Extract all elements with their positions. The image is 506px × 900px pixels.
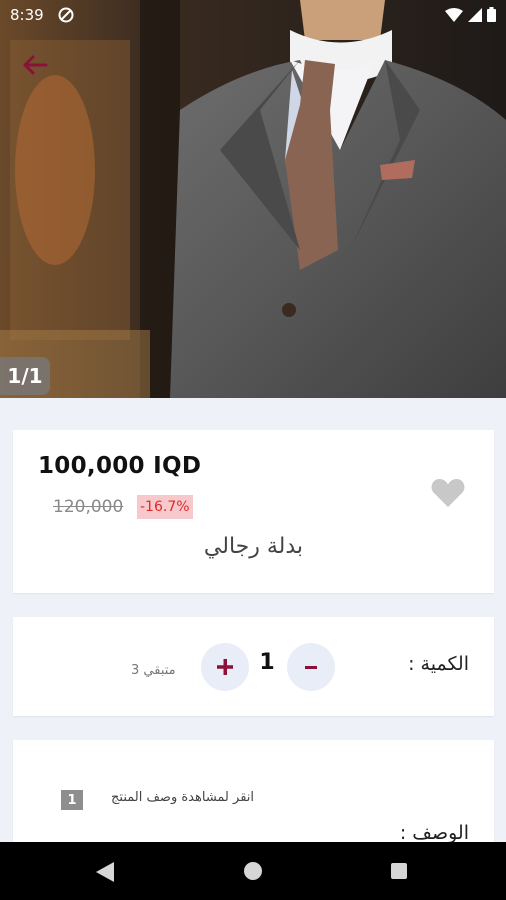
description-badge: 1 (61, 790, 83, 810)
product-price: 100,000 IQD (38, 453, 202, 479)
description-card[interactable]: 1 انقر لمشاهدة وصف المنتج الوصف : (13, 740, 494, 850)
image-counter: 1/1 (0, 357, 50, 395)
description-title: الوصف : (399, 822, 469, 844)
minus-icon (305, 665, 317, 669)
price-card: 100,000 IQD 120,000 -16.7% بدلة رجالي (13, 430, 494, 593)
decrease-quantity-button[interactable] (287, 643, 335, 691)
status-time: 8:39 (10, 6, 44, 24)
quantity-label: الكمية : (408, 653, 469, 675)
product-image (0, 0, 506, 398)
nav-back-icon[interactable] (96, 862, 114, 882)
old-price: 120,000 (53, 497, 124, 517)
wifi-icon (445, 7, 463, 22)
quantity-value: 1 (259, 650, 275, 675)
increase-quantity-button[interactable] (201, 643, 249, 691)
remaining-stock: متبقي 3 (131, 663, 176, 678)
heart-icon[interactable] (431, 478, 465, 508)
discount-badge: -16.7% (137, 495, 193, 519)
product-image-area[interactable]: 1/1 (0, 0, 506, 398)
signal-icon (468, 7, 482, 22)
dnd-icon (58, 7, 74, 23)
status-icons (445, 7, 496, 22)
navigation-bar (0, 842, 506, 900)
nav-recent-icon[interactable] (391, 863, 407, 879)
nav-home-icon[interactable] (244, 862, 262, 880)
quantity-card: الكمية : 1 متبقي 3 (13, 617, 494, 716)
status-bar: 8:39 (0, 0, 506, 30)
description-hint[interactable]: انقر لمشاهدة وصف المنتج (111, 790, 254, 805)
battery-icon (487, 7, 496, 22)
plus-icon (217, 659, 233, 675)
back-arrow-icon[interactable] (20, 54, 48, 76)
product-name: بدلة رجالي (203, 534, 304, 559)
